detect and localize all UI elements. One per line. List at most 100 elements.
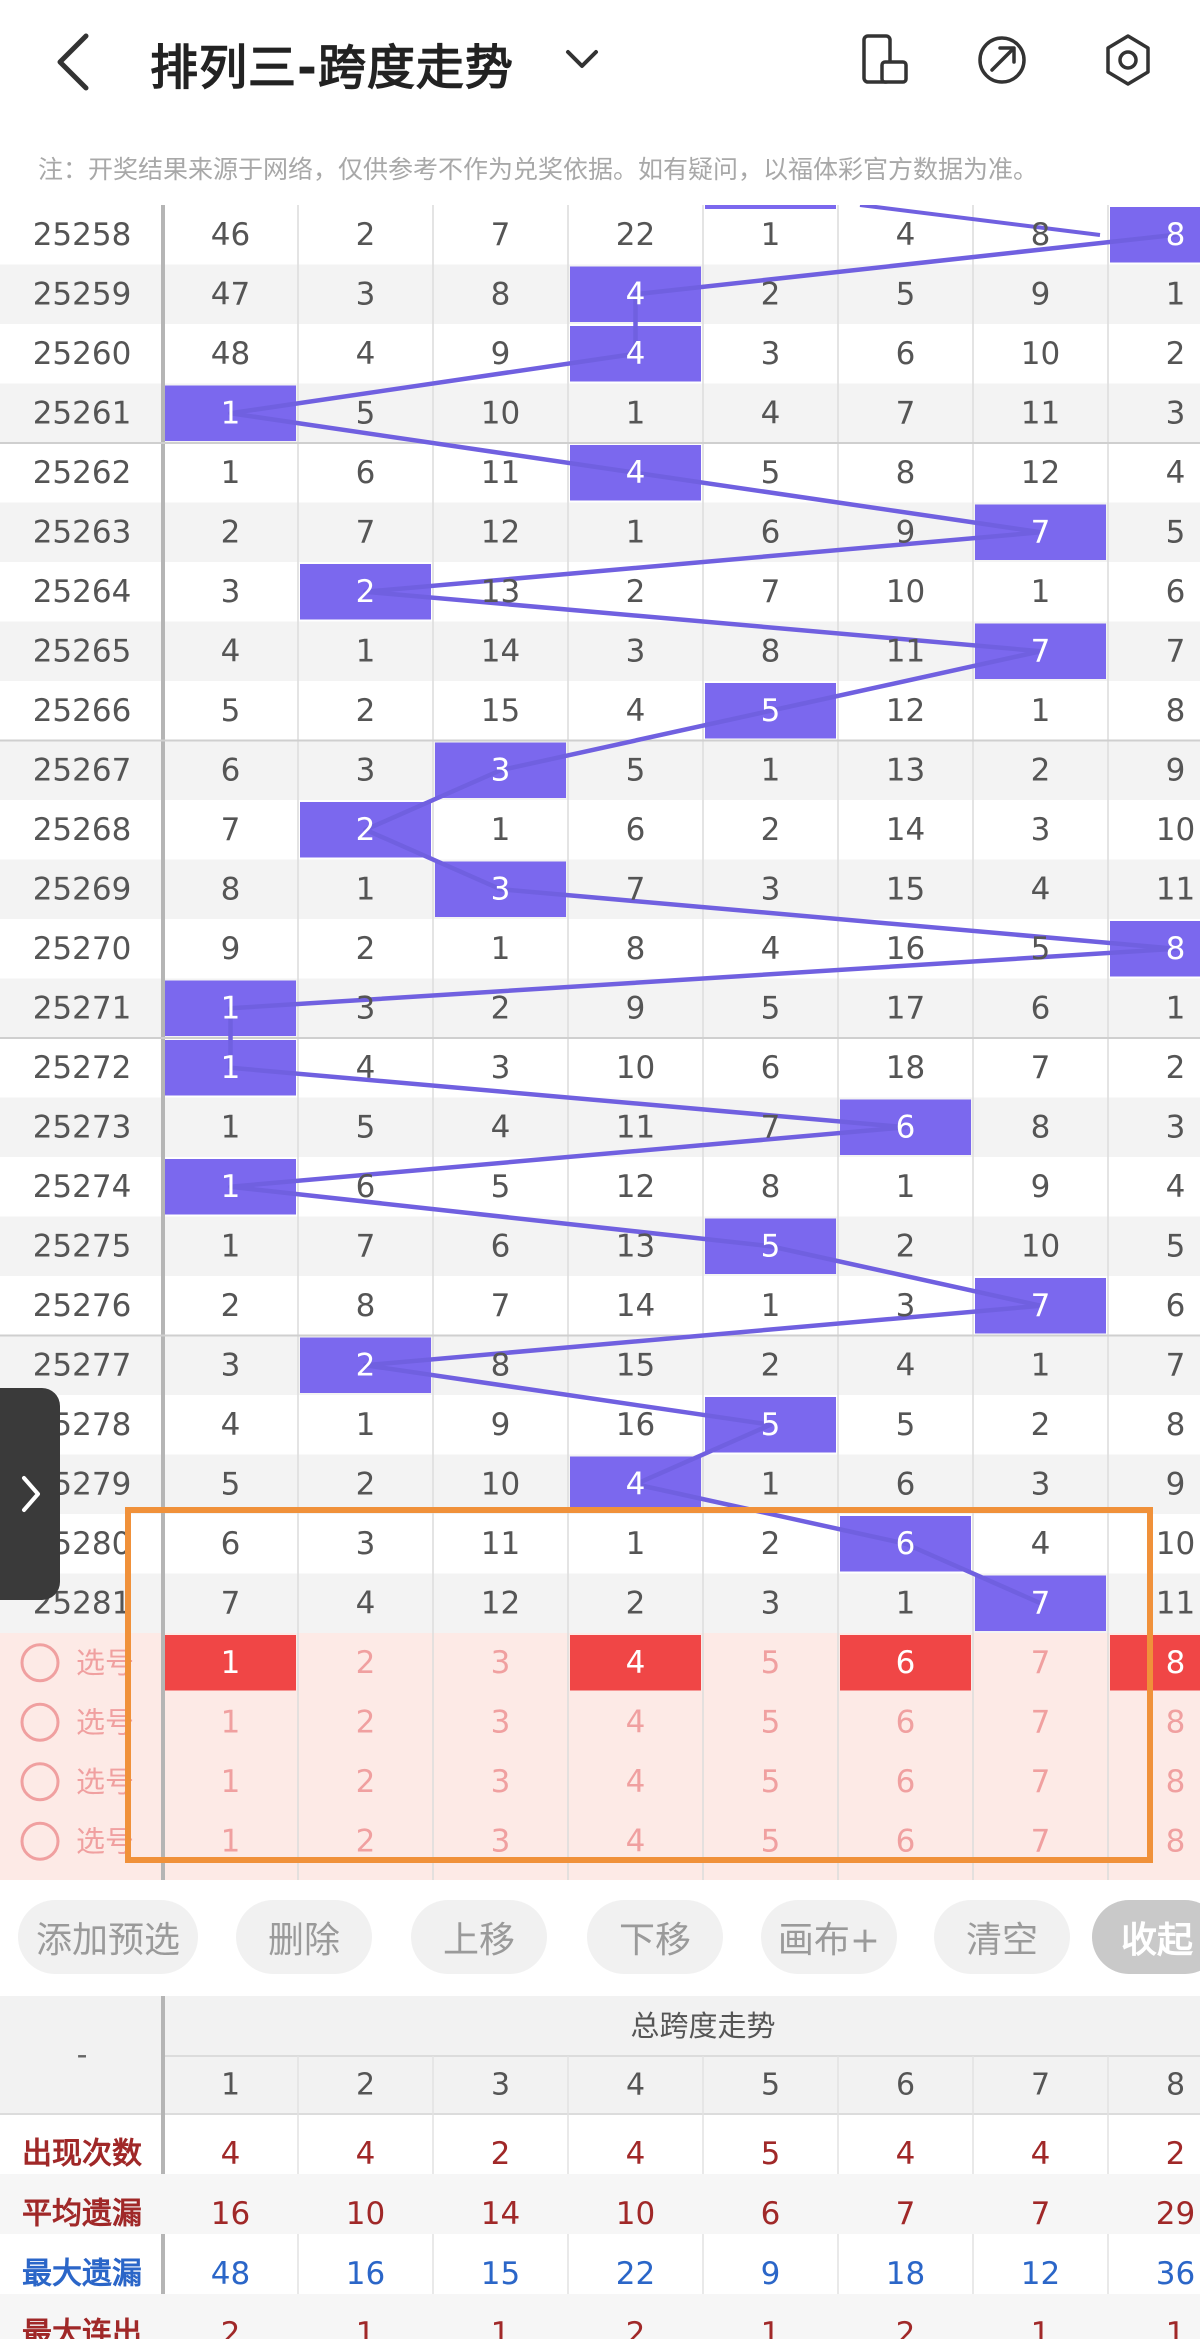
stats-value: 4 [221, 2136, 241, 2172]
chevron-down-icon[interactable] [560, 40, 604, 80]
select-number: 2 [356, 1704, 376, 1740]
stats-value: 18 [886, 2256, 925, 2292]
action-bar: 添加预选 删除 上移 下移 画布+ 清空 收起 [0, 1880, 1200, 1996]
select-number: 5 [761, 1704, 781, 1740]
omission-value: 1 [896, 1169, 916, 1205]
omission-value: 9 [491, 336, 511, 372]
span-value-highlighted: 7 [1031, 633, 1051, 669]
omission-value: 9 [1166, 752, 1186, 788]
span-value-highlighted: 4 [626, 455, 646, 491]
omission-value: 5 [761, 990, 781, 1026]
settings-icon[interactable] [1100, 32, 1156, 88]
omission-value: 1 [626, 395, 646, 431]
omission-value: 1 [1166, 276, 1186, 312]
omission-value: 8 [491, 1347, 511, 1383]
omission-value: 12 [481, 514, 520, 550]
span-value-highlighted: 8 [1166, 217, 1186, 253]
omission-value: 2 [761, 276, 781, 312]
side-drawer-toggle[interactable] [0, 1388, 60, 1600]
table-row [0, 1514, 1200, 1574]
span-value-highlighted: 2 [356, 1347, 376, 1383]
back-arrow-icon[interactable] [52, 30, 96, 94]
omission-value: 4 [896, 217, 916, 253]
omission-value: 8 [761, 633, 781, 669]
period-number: 25262 [33, 455, 132, 491]
omission-value: 6 [1166, 1288, 1186, 1324]
omission-value: 7 [1166, 633, 1186, 669]
omission-value: 7 [761, 1109, 781, 1145]
select-number: 4 [626, 1764, 646, 1800]
omission-value: 3 [356, 276, 376, 312]
delete-button[interactable]: 删除 [236, 1900, 372, 1974]
omission-value: 2 [356, 693, 376, 729]
omission-value: 11 [1021, 395, 1060, 431]
omission-value: 11 [886, 633, 925, 669]
omission-value: 4 [761, 931, 781, 967]
omission-value: 8 [761, 1169, 781, 1205]
select-number: 2 [356, 1764, 376, 1800]
stats-column-header: 5 [761, 2068, 780, 2103]
rotate-screen-icon[interactable] [856, 32, 912, 88]
add-preselect-button[interactable]: 添加预选 [18, 1900, 198, 1974]
stats-value: 2 [896, 2316, 916, 2339]
omission-value: 4 [491, 1109, 511, 1145]
trend-arrow-icon[interactable] [974, 32, 1030, 88]
stats-row-bg [0, 2294, 1200, 2339]
page-title[interactable]: 排列三-跨度走势 [150, 28, 514, 98]
select-number: 6 [896, 1823, 916, 1859]
selected-number: 1 [221, 1645, 241, 1681]
move-up-button[interactable]: 上移 [411, 1900, 547, 1974]
omission-value: 4 [761, 395, 781, 431]
select-number: 8 [1166, 1823, 1186, 1859]
stats-row-label: 最大遗漏 [22, 2257, 142, 2292]
omission-value: 2 [626, 1585, 646, 1621]
select-number: 6 [896, 1764, 916, 1800]
statistics-table: - 总跨度走势 1 2 3 4 5 6 7 8 出现次数 4 4 2 4 5 4 4 2 平均遗漏 16 10 14 10 6 7… [0, 1996, 1200, 2339]
span-value-highlighted: 2 [356, 812, 376, 848]
table-row [0, 1395, 1200, 1455]
omission-value: 11 [481, 1526, 520, 1562]
omission-value: 9 [221, 931, 241, 967]
omission-value: 6 [356, 455, 376, 491]
omission-value: 15 [886, 871, 925, 907]
stats-value: 22 [616, 2256, 655, 2292]
omission-value: 9 [1031, 1169, 1051, 1205]
omission-value: 2 [626, 574, 646, 610]
select-number: 1 [221, 1823, 241, 1859]
move-down-button[interactable]: 下移 [587, 1900, 723, 1974]
omission-value: 1 [761, 1466, 781, 1502]
select-number: 3 [491, 1823, 511, 1859]
select-number: 6 [896, 1704, 916, 1740]
omission-value: 3 [896, 1288, 916, 1324]
omission-value: 5 [356, 395, 376, 431]
omission-value: 8 [1031, 1109, 1051, 1145]
span-value-highlighted: 6 [896, 1109, 916, 1145]
omission-value: 9 [491, 1407, 511, 1443]
trend-chart: 25258 46 2 7 22 1 4 8 825259 47 3 8 4 2 5 9 125260 48 4 9 4 3… [0, 205, 1200, 1880]
omission-value: 3 [1166, 1109, 1186, 1145]
omission-value: 5 [1166, 1228, 1186, 1264]
selected-number-cell[interactable] [1110, 1635, 1200, 1691]
omission-value: 4 [626, 693, 646, 729]
omission-value: 5 [1166, 514, 1186, 550]
collapse-button[interactable]: 收起 [1092, 1900, 1200, 1974]
period-number: 25277 [33, 1347, 132, 1383]
omission-value: 10 [1021, 1228, 1060, 1264]
canvas-plus-button[interactable]: 画布+ [761, 1900, 897, 1974]
omission-value: 4 [356, 336, 376, 372]
omission-value: 2 [1031, 1407, 1051, 1443]
omission-value: 1 [491, 812, 511, 848]
table-row [0, 919, 1200, 979]
omission-value: 11 [1156, 871, 1195, 907]
omission-value: 6 [1166, 574, 1186, 610]
clear-button[interactable]: 清空 [934, 1900, 1070, 1974]
stats-value: 6 [761, 2196, 781, 2232]
omission-value: 6 [1031, 990, 1051, 1026]
omission-value: 5 [221, 693, 241, 729]
omission-value: 13 [886, 752, 925, 788]
stats-value: 1 [491, 2316, 511, 2339]
omission-value: 7 [626, 871, 646, 907]
omission-value: 6 [626, 812, 646, 848]
omission-value: 4 [1166, 1169, 1186, 1205]
select-number: 5 [761, 1823, 781, 1859]
